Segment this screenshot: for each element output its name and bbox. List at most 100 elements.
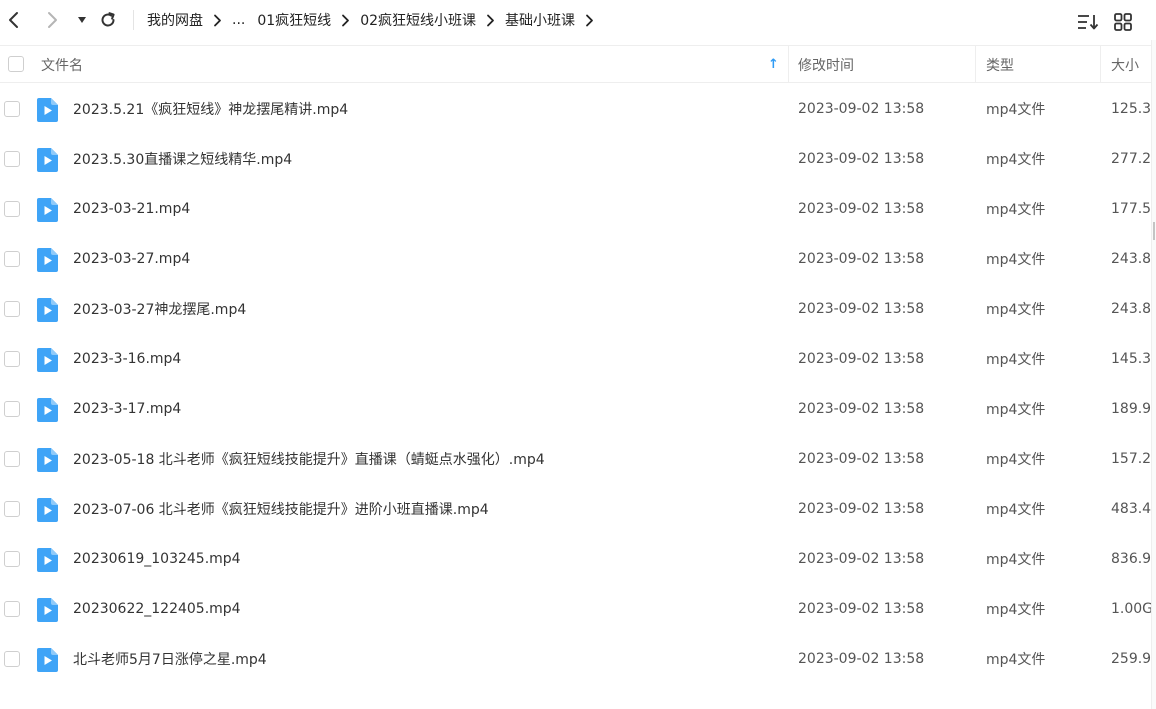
file-modified-time: 2023-09-02 13:58 xyxy=(798,401,925,417)
breadcrumb-item-level2[interactable]: 02疯狂短线小班课 xyxy=(360,10,476,30)
file-type: mp4文件 xyxy=(986,552,1046,568)
file-type: mp4文件 xyxy=(986,352,1046,368)
breadcrumb-item-current[interactable]: 基础小班课 xyxy=(505,10,575,30)
breadcrumb-item-level1[interactable]: 01疯狂短线 xyxy=(257,10,331,30)
refresh-icon xyxy=(101,12,115,27)
forward-button[interactable] xyxy=(40,7,64,33)
video-file-icon xyxy=(37,98,58,122)
file-modified-time: 2023-09-02 13:58 xyxy=(798,551,925,567)
breadcrumb-item-ellipsis[interactable]: ... xyxy=(232,12,245,28)
scrollbar-thumb[interactable] xyxy=(1153,222,1155,240)
file-name[interactable]: 2023.5.21《疯狂短线》神龙摆尾精讲.mp4 xyxy=(73,84,348,134)
table-row[interactable]: 2023-3-17.mp4 2023-09-02 13:58 mp4文件 189.9 xyxy=(0,384,1156,434)
table-row[interactable]: 2023-03-27.mp4 2023-09-02 13:58 mp4文件 243.8 xyxy=(0,234,1156,284)
file-size: 836.9 xyxy=(1111,551,1151,567)
grid-view-icon xyxy=(1114,13,1132,31)
file-name[interactable]: 20230619_103245.mp4 xyxy=(73,534,241,584)
file-size: 243.8 xyxy=(1111,301,1151,317)
scrollbar-track[interactable] xyxy=(1151,40,1156,709)
column-divider[interactable] xyxy=(788,46,789,83)
row-checkbox[interactable] xyxy=(4,351,20,367)
file-size: 177.5 xyxy=(1111,201,1151,217)
file-type: mp4文件 xyxy=(986,602,1046,618)
file-name[interactable]: 北斗老师5月7日涨停之星.mp4 xyxy=(73,634,267,684)
column-divider[interactable] xyxy=(1100,46,1101,83)
file-name[interactable]: 20230622_122405.mp4 xyxy=(73,584,241,634)
caret-down-icon xyxy=(78,17,86,23)
row-checkbox[interactable] xyxy=(4,251,20,267)
file-modified-time: 2023-09-02 13:58 xyxy=(798,351,925,367)
table-row[interactable]: 2023-3-16.mp4 2023-09-02 13:58 mp4文件 145.3 xyxy=(0,334,1156,384)
file-name[interactable]: 2023-03-27.mp4 xyxy=(73,234,190,284)
video-file-icon xyxy=(37,598,58,622)
file-type: mp4文件 xyxy=(986,102,1046,118)
row-checkbox[interactable] xyxy=(4,101,20,117)
table-row[interactable]: 2023-07-06 北斗老师《疯狂短线技能提升》进阶小班直播课.mp4 2023… xyxy=(0,484,1156,534)
video-file-icon xyxy=(37,548,58,572)
file-size: 1.00G xyxy=(1111,601,1151,617)
sort-list-icon xyxy=(1078,15,1099,30)
table-row[interactable]: 北斗老师5月7日涨停之星.mp4 2023-09-02 13:58 mp4文件 259… xyxy=(0,634,1156,684)
refresh-button[interactable] xyxy=(96,7,120,33)
row-checkbox[interactable] xyxy=(4,651,20,667)
grid-view-button[interactable] xyxy=(1111,11,1135,33)
video-file-icon xyxy=(37,398,58,422)
sort-button[interactable] xyxy=(1076,11,1100,33)
table-row[interactable]: 20230622_122405.mp4 2023-09-02 13:58 mp4文件… xyxy=(0,584,1156,634)
column-header-type[interactable]: 类型 xyxy=(986,46,1014,83)
video-file-icon xyxy=(37,448,58,472)
toolbar: 我的网盘 ... 01疯狂短线 02疯狂短线小班课 基础小班课 xyxy=(0,0,1156,40)
file-modified-time: 2023-09-02 13:58 xyxy=(798,301,925,317)
breadcrumb-separator-icon xyxy=(486,14,495,27)
row-checkbox[interactable] xyxy=(4,151,20,167)
row-checkbox[interactable] xyxy=(4,301,20,317)
column-divider[interactable] xyxy=(975,46,976,83)
row-checkbox[interactable] xyxy=(4,201,20,217)
file-size: 243.8 xyxy=(1111,251,1151,267)
video-file-icon xyxy=(37,348,58,372)
table-row[interactable]: 20230619_103245.mp4 2023-09-02 13:58 mp4文件… xyxy=(0,534,1156,584)
file-type: mp4文件 xyxy=(986,202,1046,218)
file-name[interactable]: 2023-3-16.mp4 xyxy=(73,334,181,384)
file-type: mp4文件 xyxy=(986,302,1046,318)
file-name[interactable]: 2023-3-17.mp4 xyxy=(73,384,181,434)
table-row[interactable]: 2023-03-27神龙摆尾.mp4 2023-09-02 13:58 mp4文件 2… xyxy=(0,284,1156,334)
file-modified-time: 2023-09-02 13:58 xyxy=(798,451,925,467)
column-header-modified[interactable]: 修改时间 xyxy=(798,46,854,83)
column-header-size[interactable]: 大小 xyxy=(1111,46,1139,83)
breadcrumb-separator-icon xyxy=(585,14,594,27)
file-type: mp4文件 xyxy=(986,152,1046,168)
video-file-icon xyxy=(37,298,58,322)
row-checkbox[interactable] xyxy=(4,501,20,517)
row-checkbox[interactable] xyxy=(4,601,20,617)
file-modified-time: 2023-09-02 13:58 xyxy=(798,251,925,267)
table-row[interactable]: 2023-03-21.mp4 2023-09-02 13:58 mp4文件 177.5 xyxy=(0,184,1156,234)
file-size: 259.9 xyxy=(1111,651,1151,667)
row-checkbox[interactable] xyxy=(4,451,20,467)
row-checkbox[interactable] xyxy=(4,551,20,567)
table-row[interactable]: 2023.5.30直播课之短线精华.mp4 2023-09-02 13:58 mp4… xyxy=(0,134,1156,184)
file-modified-time: 2023-09-02 13:58 xyxy=(798,651,925,667)
file-name[interactable]: 2023-05-18 北斗老师《疯狂短线技能提升》直播课（蜻蜓点水强化）.mp4 xyxy=(73,434,545,484)
file-size: 145.3 xyxy=(1111,351,1151,367)
history-dropdown-button[interactable] xyxy=(70,7,94,33)
file-name[interactable]: 2023-03-27神龙摆尾.mp4 xyxy=(73,284,246,334)
file-list: 2023.5.21《疯狂短线》神龙摆尾精讲.mp4 2023-09-02 13:5… xyxy=(0,84,1156,684)
video-file-icon xyxy=(37,198,58,222)
table-row[interactable]: 2023.5.21《疯狂短线》神龙摆尾精讲.mp4 2023-09-02 13:5… xyxy=(0,84,1156,134)
file-type: mp4文件 xyxy=(986,402,1046,418)
column-header-name[interactable]: 文件名 xyxy=(41,46,83,83)
back-button[interactable] xyxy=(2,7,26,33)
table-row[interactable]: 2023-05-18 北斗老师《疯狂短线技能提升》直播课（蜻蜓点水强化）.mp4… xyxy=(0,434,1156,484)
video-file-icon xyxy=(37,498,58,522)
file-modified-time: 2023-09-02 13:58 xyxy=(798,601,925,617)
row-checkbox[interactable] xyxy=(4,401,20,417)
video-file-icon xyxy=(37,248,58,272)
select-all-checkbox[interactable] xyxy=(8,56,24,72)
file-name[interactable]: 2023-07-06 北斗老师《疯狂短线技能提升》进阶小班直播课.mp4 xyxy=(73,484,489,534)
breadcrumb-item-root[interactable]: 我的网盘 xyxy=(147,10,203,30)
file-modified-time: 2023-09-02 13:58 xyxy=(798,501,925,517)
file-name[interactable]: 2023.5.30直播课之短线精华.mp4 xyxy=(73,134,292,184)
sort-ascending-icon[interactable]: ↑ xyxy=(768,46,779,83)
file-name[interactable]: 2023-03-21.mp4 xyxy=(73,184,190,234)
